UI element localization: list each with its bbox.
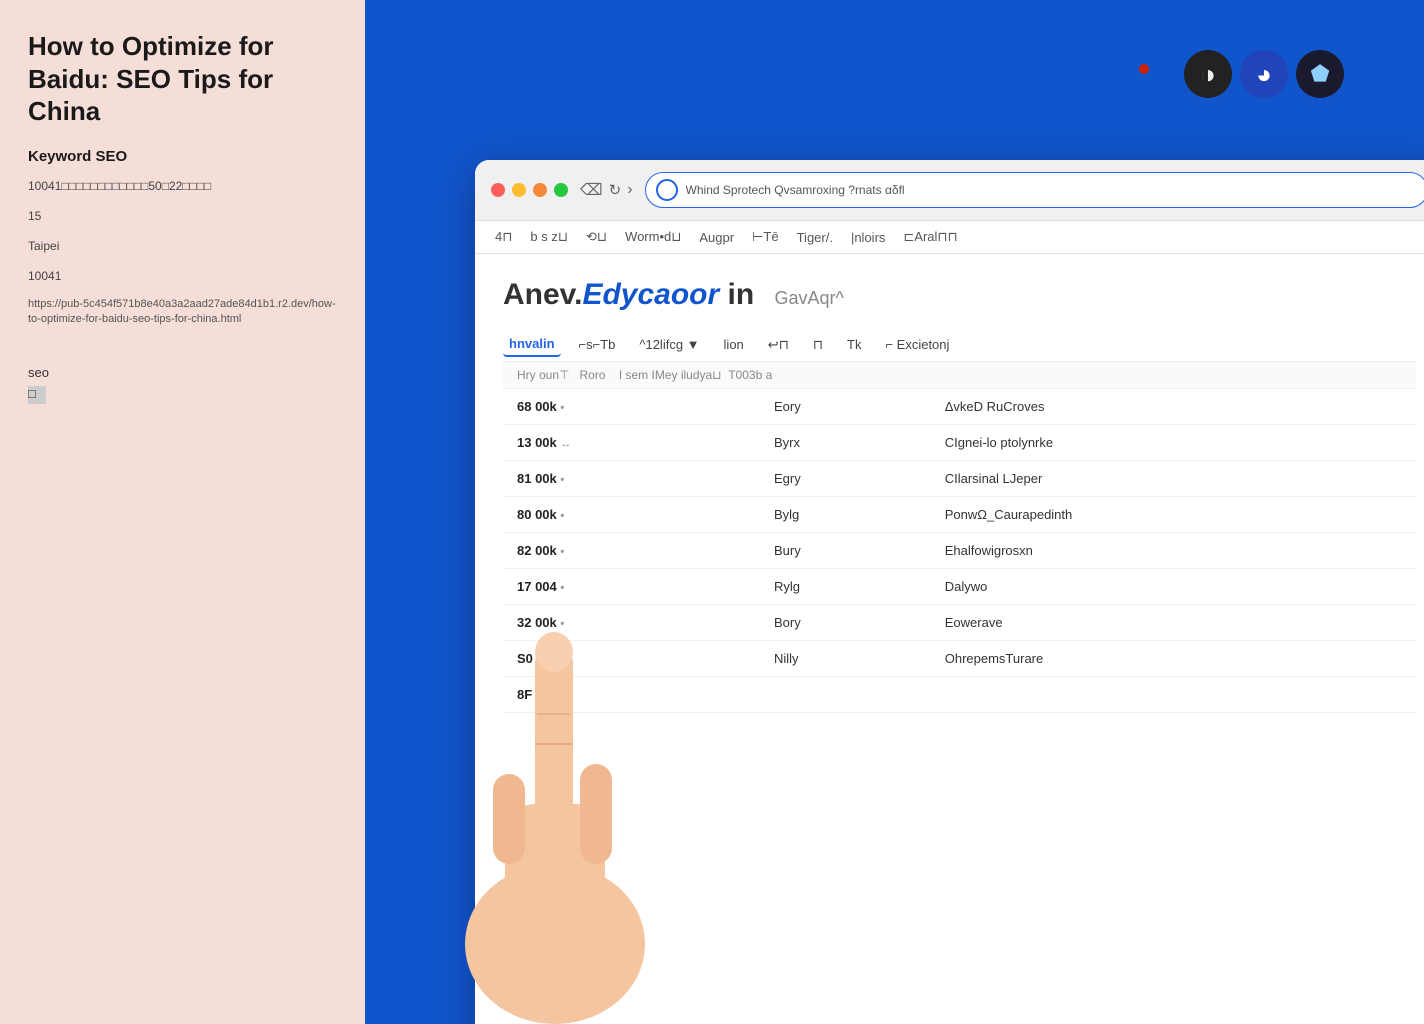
toolbar-item-te[interactable]: ⊢Tē [752,229,779,245]
table-row: S0 00k • Nilly OhrepemsTurare [503,641,1416,677]
dot-orange[interactable] [533,183,547,197]
cell-col2: Nilly [760,641,931,677]
top-icons-group: ◑ ◕ ⬟ [1184,50,1344,98]
cell-col3: PonwΩ_Caurapedinth [931,497,1416,533]
toolbar-item-aral[interactable]: ⊏Aral⊓⊓ [903,229,957,245]
cell-col3: OhrepemsTurare [931,641,1416,677]
cell-num: 82 00k • [503,533,760,569]
cell-num: 68 00k • [503,389,760,425]
nav-controls: ⌫ ↻ › [580,180,633,200]
cell-col3: CIgnei-lo ptolynrke [931,425,1416,461]
toolbar-item-nloirs[interactable]: |nloirs [851,230,885,245]
browser-chrome: ⌫ ↻ › Whind Sprotech Qvsamroxing ?rnats … [475,160,1424,221]
cell-col2 [760,677,931,713]
page-title: Anev.Edycaoor in [503,278,763,311]
cell-num: 17 004 • [503,569,760,605]
table-row: 82 00k • Bury Ehalfowigrosxn [503,533,1416,569]
toolbar-item-worm[interactable]: Worm•d⊔ [625,229,681,245]
cell-col3: Eowerave [931,605,1416,641]
cell-col3 [931,677,1416,713]
back-icon[interactable]: ⌫ [580,180,603,200]
filter-exciet[interactable]: ⌐ Excietonj [879,333,955,356]
page-title-part1: Anev. [503,278,582,311]
cell-col2: Eory [760,389,931,425]
article-title: How to Optimize for Baidu: SEO Tips for … [28,30,337,128]
dot-red [1139,64,1149,74]
dot-yellow[interactable] [512,183,526,197]
icon-2: ◕ [1240,50,1288,98]
table-row: 13 00k ↔ Byrx CIgnei-lo ptolynrke [503,425,1416,461]
toolbar-item-tiger[interactable]: Tiger/. [797,230,833,245]
cell-num: 13 00k ↔ [503,425,760,461]
cell-col2: Bory [760,605,931,641]
traffic-lights [491,183,568,197]
filter-tk[interactable]: Tk [841,333,867,356]
sub-header: Hry oun⊤ Roro I sem IMey iludya⊔ T003b a [503,362,1416,389]
table-row: 80 00k • Bylg PonwΩ_Caurapedinth [503,497,1416,533]
toolbar-item-0[interactable]: 4⊓ [495,229,512,245]
address-text: Whind Sprotech Qvsamroxing ?rnats αδfl [686,183,905,197]
cell-col2: Byrx [760,425,931,461]
cell-col2: Bury [760,533,931,569]
cell-col2: Rylg [760,569,931,605]
address-circle-icon [656,179,678,201]
cell-num: 8F 00k • [503,677,760,713]
browser-window: ⌫ ↻ › Whind Sprotech Qvsamroxing ?rnats … [475,160,1424,1024]
filter-hnvalin[interactable]: hnvalin [503,332,561,357]
address-bar[interactable]: Whind Sprotech Qvsamroxing ?rnats αδfl [645,172,1424,208]
table-row: 81 00k • Egry CIlarsinal LJeper [503,461,1416,497]
page-title-part3: in [719,278,754,311]
cell-col3: ΔvkeD RuCroves [931,389,1416,425]
tag-box: □ [28,386,46,404]
article-url: https://pub-5c454f571b8e40a3a2aad27ade84… [28,297,337,328]
toolbar-item-1[interactable]: b s z⊔ [530,229,568,245]
filter-tb[interactable]: ⌐s⌐Tb [573,333,622,356]
browser-content: Anev.Edycaoor in GavAqr^ hnvalin ⌐s⌐Tb ^… [475,254,1424,1024]
dot-red[interactable] [491,183,505,197]
table-row: 68 00k • Eory ΔvkeD RuCroves [503,389,1416,425]
cell-col3: Dalywo [931,569,1416,605]
meta-line-3: Taipei [28,237,337,255]
tag-seo: seo [28,365,337,380]
meta-line-2: 15 [28,207,337,225]
cell-col2: Bylg [760,497,931,533]
toolbar-item-augpr[interactable]: Augpr [699,230,734,245]
icon-1: ◑ [1184,50,1232,98]
filter-12lifcg[interactable]: ^12lifcg ▼ [633,333,705,356]
page-subtitle: GavAqr^ [775,288,844,308]
table-row: 32 00k • Bory Eowerave [503,605,1416,641]
cell-num: 32 00k • [503,605,760,641]
dot-green[interactable] [554,183,568,197]
data-table: 68 00k • Eory ΔvkeD RuCroves 13 00k ↔ By… [503,389,1416,713]
icon-3: ⬟ [1296,50,1344,98]
forward-icon[interactable]: › [627,181,632,199]
table-row: 17 004 • Rylg Dalywo [503,569,1416,605]
cell-col2: Egry [760,461,931,497]
page-title-part2: Edycaoor [582,278,719,311]
nav-icon[interactable]: ↻ [609,181,622,199]
cell-num: 81 00k • [503,461,760,497]
filter-bar: hnvalin ⌐s⌐Tb ^12lifcg ▼ lion ↩⊓ ⊓ Tk ⌐ … [503,324,1416,362]
cell-num: S0 00k • [503,641,760,677]
table-row: 8F 00k • [503,677,1416,713]
meta-line-4: 10041 [28,267,337,285]
cell-col3: CIlarsinal LJeper [931,461,1416,497]
cell-col3: Ehalfowigrosxn [931,533,1416,569]
browser-toolbar: 4⊓ b s z⊔ ⟲⊔ Worm•d⊔ Augpr ⊢Tē Tiger/. |… [475,221,1424,254]
meta-line-1: 10041□□□□□□□□□□□□50□22□□□□ [28,177,337,195]
left-panel: How to Optimize for Baidu: SEO Tips for … [0,0,365,1024]
filter-box[interactable]: ⊓ [807,333,829,357]
keyword-label: Keyword SEO [28,148,337,165]
filter-lion[interactable]: lion [718,333,750,356]
cell-num: 80 00k • [503,497,760,533]
right-panel: ◑ ◕ ⬟ ⌫ ↻ › Whind Sprotech Qvsamroxing ?… [365,0,1424,1024]
toolbar-item-2[interactable]: ⟲⊔ [586,229,607,245]
filter-arrow[interactable]: ↩⊓ [762,333,795,357]
